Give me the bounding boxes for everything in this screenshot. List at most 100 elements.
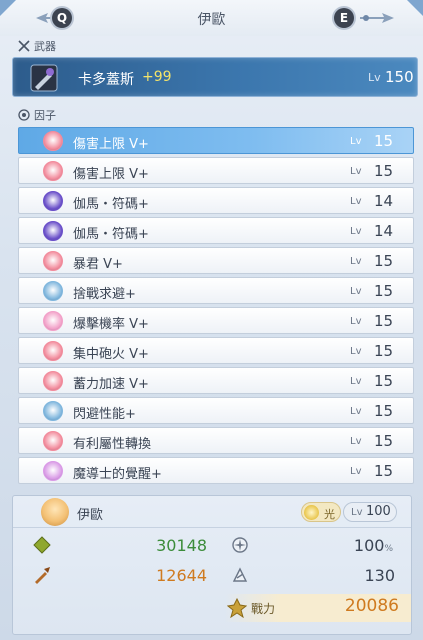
factor-level: 15 — [374, 252, 394, 270]
character-name: 伊歐 — [77, 508, 104, 523]
next-character-button[interactable]: E — [334, 8, 354, 28]
factor-level: 15 — [374, 282, 394, 300]
lotus-icon — [43, 161, 63, 181]
factor-level: 15 — [374, 312, 394, 330]
character-header: 伊歐 光 Lv 100 — [13, 496, 411, 528]
factor-name: 捨戰求避+ — [73, 287, 136, 302]
factor-row[interactable]: 伽馬・符碼+ Lv 14 — [18, 217, 414, 244]
factor-lv-label: Lv — [350, 436, 362, 447]
factor-name: 魔導士的覺醒+ — [73, 467, 162, 482]
weapon-thumbnail-icon — [30, 64, 58, 92]
character-level-badge: Lv 100 — [343, 502, 397, 522]
crossed-swords-icon — [18, 40, 30, 52]
factor-level: 15 — [374, 432, 394, 450]
factor-lv-label: Lv — [350, 136, 362, 147]
factor-lv-label: Lv — [350, 256, 362, 267]
hp-diamond-icon — [33, 536, 51, 554]
factor-lv-label: Lv — [350, 406, 362, 417]
factor-name: 有利屬性轉換 — [73, 437, 152, 452]
factor-name: 暴君 V+ — [73, 257, 123, 272]
top-header: Q 伊歐 E — [0, 0, 423, 36]
factor-lv-label: Lv — [350, 226, 362, 237]
star-icon — [43, 461, 63, 481]
weapon-slot[interactable]: 卡多蓋斯 +99 Lv 150 — [12, 57, 418, 97]
element-badge: 光 — [301, 502, 341, 522]
factor-name: 傷害上限 V+ — [73, 167, 149, 182]
weapon-label-text: 武器 — [34, 40, 56, 53]
weapon-lv-label: Lv — [368, 71, 381, 84]
factor-row[interactable]: 有利屬性轉換 Lv 15 — [18, 427, 414, 454]
factor-row[interactable]: 傷害上限 V+ Lv 15 — [18, 127, 414, 154]
factor-lv-label: Lv — [350, 166, 362, 177]
crit-rate-unit: % — [384, 544, 393, 554]
light-element-icon — [304, 505, 319, 520]
attack-sword-icon — [35, 567, 50, 584]
right-arrow-icon — [360, 13, 394, 23]
factor-name: 集中砲火 V+ — [73, 347, 149, 362]
power-crest-icon — [227, 598, 247, 618]
factor-name: 蓄力加速 V+ — [73, 377, 149, 392]
factor-row[interactable]: 蓄力加速 V+ Lv 15 — [18, 367, 414, 394]
weapon-level: 150 — [385, 68, 414, 86]
factor-level: 15 — [374, 462, 394, 480]
gear-glyph-icon — [43, 191, 63, 211]
factor-level: 15 — [374, 132, 394, 150]
factor-label-text: 因子 — [34, 109, 56, 122]
hp-value: 30148 — [156, 536, 207, 555]
factor-lv-label: Lv — [350, 346, 362, 357]
factor-row[interactable]: 爆擊機率 V+ Lv 15 — [18, 307, 414, 334]
factor-row[interactable]: 魔導士的覺醒+ Lv 15 — [18, 457, 414, 484]
factor-row[interactable]: 捨戰求避+ Lv 15 — [18, 277, 414, 304]
factor-lv-label: Lv — [350, 466, 362, 477]
crit-damage-icon — [232, 567, 248, 582]
power-value: 20086 — [344, 596, 399, 616]
flower-ring-icon — [43, 311, 63, 331]
factor-level: 15 — [374, 402, 394, 420]
lotus-icon — [43, 431, 63, 451]
factor-level: 15 — [374, 162, 394, 180]
avatar[interactable] — [41, 498, 69, 526]
lotus-icon — [43, 341, 63, 361]
shield-square-icon — [43, 401, 63, 421]
lotus-icon — [43, 131, 63, 151]
factor-lv-label: Lv — [350, 376, 362, 387]
crit-damage-value: 130 — [364, 566, 395, 585]
factor-lv-label: Lv — [350, 316, 362, 327]
shield-square-icon — [43, 281, 63, 301]
factor-list: 傷害上限 V+ Lv 15 傷害上限 V+ Lv 15 伽馬・符碼+ Lv 14 伽馬・符碼+ Lv… — [18, 127, 414, 487]
corner-ornament-icon — [407, 0, 423, 16]
factor-name: 伽馬・符碼+ — [73, 227, 149, 242]
factor-row[interactable]: 伽馬・符碼+ Lv 14 — [18, 187, 414, 214]
factor-section-label: 因子 — [18, 107, 56, 123]
crit-rate-number: 100 — [353, 536, 385, 555]
factor-name: 伽馬・符碼+ — [73, 197, 149, 212]
factor-row[interactable]: 集中砲火 V+ Lv 15 — [18, 337, 414, 364]
factor-level: 14 — [374, 222, 394, 240]
power-label: 戰力 — [251, 602, 276, 616]
crit-rate-value: 100% — [335, 536, 393, 555]
factor-row[interactable]: 傷害上限 V+ Lv 15 — [18, 157, 414, 184]
character-level: 100 — [366, 504, 391, 519]
weapon-name: 卡多蓋斯 — [78, 72, 134, 88]
factor-row[interactable]: 閃避性能+ Lv 15 — [18, 397, 414, 424]
lotus-icon — [43, 371, 63, 391]
party-member-screen: Q 伊歐 E 武器 卡多蓋斯 +99 Lv 150 因子 傷害上限 V+ Lv … — [0, 0, 423, 640]
weapon-section-label: 武器 — [18, 38, 56, 54]
factor-level: 15 — [374, 342, 394, 360]
element-text: 光 — [324, 508, 335, 521]
factor-level: 14 — [374, 192, 394, 210]
factor-lv-label: Lv — [350, 286, 362, 297]
crit-rate-icon — [232, 537, 248, 553]
factor-level: 15 — [374, 372, 394, 390]
gear-glyph-icon — [43, 221, 63, 241]
factor-lv-label: Lv — [350, 196, 362, 207]
weapon-plus: +99 — [142, 69, 172, 85]
factor-name: 閃避性能+ — [73, 407, 136, 422]
factor-name: 傷害上限 V+ — [73, 137, 149, 152]
lotus-icon — [43, 251, 63, 271]
factor-ring-icon — [18, 109, 30, 121]
factor-name: 爆擊機率 V+ — [73, 317, 149, 332]
attack-value: 12644 — [156, 566, 207, 585]
character-panel: 伊歐 光 Lv 100 30148 100% 12644 130 戰力 2008… — [12, 495, 412, 635]
factor-row[interactable]: 暴君 V+ Lv 15 — [18, 247, 414, 274]
